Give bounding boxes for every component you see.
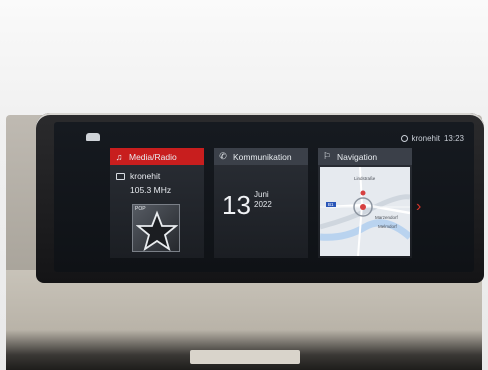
- chevron-right-icon[interactable]: ›: [416, 198, 421, 216]
- map-label-street: Lindstraße: [354, 176, 376, 181]
- navigation-icon: ⚐: [322, 151, 332, 161]
- navigation-map[interactable]: B1 Lindstraße Marzendorf Melmdorf: [320, 167, 410, 256]
- station-cover-art: POP: [132, 204, 180, 252]
- radio-icon: [400, 135, 408, 142]
- station-row: kronehit: [116, 171, 204, 181]
- media-radio-tile[interactable]: ♫ Media/Radio kronehit 105.3 MHz POP: [110, 148, 204, 258]
- status-right: kronehit 13:23: [400, 134, 464, 143]
- communication-header[interactable]: ✆ Kommunikation: [214, 148, 308, 165]
- music-note-icon: ♫: [115, 151, 123, 162]
- status-bar: kronehit 13:23: [54, 122, 474, 146]
- phone-icon: ✆: [219, 151, 227, 161]
- date-month-year: Juni 2022: [254, 190, 272, 210]
- folder-icon: [116, 172, 125, 180]
- map-label-town-1: Marzendorf: [375, 215, 398, 220]
- date-day: 13: [222, 190, 251, 220]
- navigation-title: Navigation: [337, 151, 378, 162]
- station-name: kronehit: [130, 171, 161, 181]
- map-label-town-2: Melmdorf: [378, 224, 397, 229]
- date-month: Juni: [254, 190, 269, 199]
- car-icon: [86, 133, 100, 141]
- media-radio-header[interactable]: ♫ Media/Radio: [110, 148, 204, 165]
- communication-tile[interactable]: ✆ Kommunikation 13 Juni 2022: [214, 148, 308, 258]
- communication-title: Kommunikation: [233, 151, 292, 162]
- navigation-header[interactable]: ⚐ Navigation: [318, 148, 412, 165]
- air-vent: [190, 350, 300, 364]
- star-icon: [136, 210, 178, 252]
- navigation-tile[interactable]: ⚐ Navigation B1 Lindstraße Marzendorf Me…: [318, 148, 412, 258]
- station-frequency: 105.3 MHz: [130, 185, 172, 195]
- status-station: kronehit: [411, 134, 440, 143]
- route-badge: B1: [326, 202, 336, 207]
- status-time: 13:23: [443, 134, 464, 143]
- date-year: 2022: [254, 200, 272, 209]
- infotainment-screen: kronehit 13:23 ♫ Media/Radio kronehit 10…: [54, 122, 474, 272]
- media-radio-title: Media/Radio: [129, 151, 177, 162]
